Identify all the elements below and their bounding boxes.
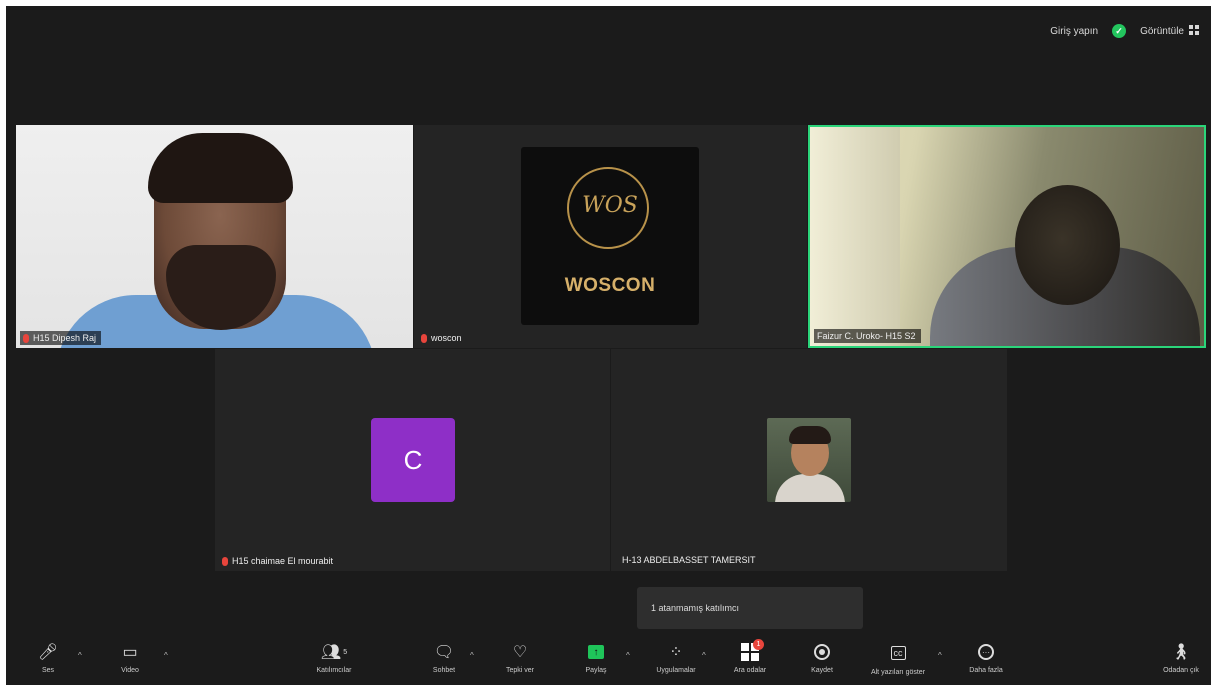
apps-icon: ⁘	[669, 644, 683, 661]
video-tile-active-speaker[interactable]: Faizur C. Uroko- H15 S2	[808, 125, 1206, 348]
participant-name-label: Faizur C. Uroko- H15 S2	[814, 329, 921, 343]
video-options-caret-icon[interactable]: ^	[164, 651, 168, 660]
video-tile-participant-1[interactable]: H15 Dipesh Raj	[16, 125, 413, 348]
view-button[interactable]: Görüntüle	[1140, 25, 1199, 37]
chat-icon: 🗨︎	[433, 644, 455, 661]
more-button[interactable]: ··· Daha fazla	[956, 641, 1016, 674]
logo-monogram: WOS	[582, 193, 638, 218]
video-tile-participant-2[interactable]: WOS WOSCON woscon	[414, 125, 807, 348]
participant-name-label: H15 chaimae El mourabit	[219, 554, 338, 568]
video-button[interactable]: ▭ Video	[100, 641, 160, 674]
participant-video-image	[810, 127, 900, 346]
share-screen-icon: ↑	[588, 645, 604, 659]
participant-name-label: H-13 ABDELBASSET TAMERSIT	[622, 555, 756, 565]
gallery-grid-icon	[1189, 25, 1199, 35]
captions-options-caret-icon[interactable]: ^	[938, 651, 942, 660]
mic-muted-icon	[23, 333, 29, 343]
breakout-rooms-icon: 1	[741, 639, 764, 661]
avatar	[767, 418, 851, 502]
audio-button[interactable]: 🎤︎ Ses	[18, 641, 78, 674]
more-icon: ···	[978, 644, 994, 660]
woscon-logo: WOS WOSCON	[521, 147, 699, 325]
captions-icon: cc	[890, 646, 906, 660]
record-button[interactable]: Kaydet	[792, 641, 852, 674]
captions-button[interactable]: cc Alt yazıları göster	[868, 641, 928, 676]
apps-button[interactable]: ⁘ Uygulamalar	[646, 641, 706, 674]
leave-room-icon: 🚶︎	[1170, 644, 1192, 661]
mic-muted-icon	[421, 333, 427, 343]
login-link[interactable]: Giriş yapın	[1050, 26, 1098, 37]
breakout-rooms-button[interactable]: 1 Ara odalar	[720, 639, 780, 674]
leave-room-button[interactable]: 🚶︎ Odadan çık	[1151, 641, 1211, 674]
logo-text: WOSCON	[564, 275, 656, 296]
participants-icon: 👥︎ 5	[320, 644, 348, 661]
share-button[interactable]: ↑ Paylaş	[566, 641, 626, 674]
mic-muted-icon	[222, 556, 228, 566]
view-label: Görüntüle	[1140, 26, 1184, 37]
unassigned-participants-tooltip: 1 atanmamış katılımcı	[637, 587, 863, 629]
participant-name-label: woscon	[418, 331, 467, 345]
video-off-icon: ▭	[122, 644, 138, 661]
participant-name-label: H15 Dipesh Raj	[20, 331, 102, 345]
top-bar: Giriş yapın ✓ Görüntüle	[6, 6, 1211, 56]
avatar: C	[371, 418, 455, 502]
chat-options-caret-icon[interactable]: ^	[470, 651, 474, 660]
video-tile-participant-4[interactable]: C H15 chaimae El mourabit	[215, 349, 610, 571]
participants-button[interactable]: 👥︎ 5 Katılımcılar	[304, 641, 364, 674]
share-options-caret-icon[interactable]: ^	[626, 651, 630, 660]
security-shield-icon[interactable]: ✓	[1112, 24, 1127, 38]
participants-count: 5	[343, 648, 348, 656]
audio-options-caret-icon[interactable]: ^	[78, 651, 82, 660]
video-tile-participant-5[interactable]: H-13 ABDELBASSET TAMERSIT	[611, 349, 1007, 571]
record-icon	[814, 644, 830, 660]
heart-icon: ♡	[512, 644, 528, 661]
mic-muted-icon: 🎤︎	[37, 644, 59, 661]
top-right-controls: Giriş yapın ✓ Görüntüle	[1050, 24, 1199, 38]
apps-options-caret-icon[interactable]: ^	[702, 651, 706, 660]
chat-button[interactable]: 🗨︎ Sohbet	[414, 641, 474, 674]
meeting-toolbar: 🎤︎ Ses ^ ▭ Video ^ 👥︎ 5 Katılımcılar 🗨︎ S…	[6, 637, 1211, 685]
breakout-badge: 1	[753, 639, 764, 650]
meeting-window: Giriş yapın ✓ Görüntüle H15 Dipesh Raj W…	[6, 6, 1211, 685]
react-button[interactable]: ♡ Tepki ver	[490, 641, 550, 674]
